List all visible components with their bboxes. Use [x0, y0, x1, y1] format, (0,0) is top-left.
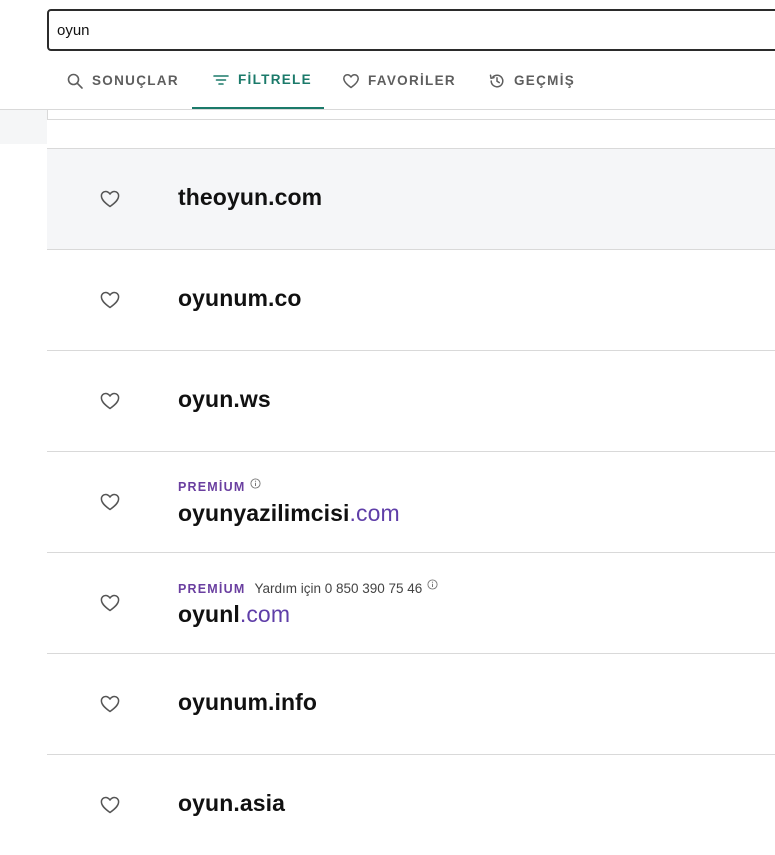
- panel-bottom-border: [47, 119, 775, 120]
- filter-icon: [212, 71, 230, 89]
- domain-name[interactable]: oyunyazilimcisi.com: [178, 500, 400, 527]
- result-row[interactable]: oyun.ws: [47, 350, 775, 451]
- info-icon[interactable]: [250, 477, 261, 489]
- tab-history[interactable]: GEÇMİŞ: [488, 52, 575, 109]
- heart-icon[interactable]: [99, 491, 121, 513]
- result-row-premium[interactable]: PREMİUM Yardım için 0 850 390 75 46 oyun…: [47, 552, 775, 653]
- tab-favorites[interactable]: FAVORİLER: [342, 52, 456, 109]
- info-icon[interactable]: [427, 579, 438, 590]
- premium-badge: PREMİUM: [178, 581, 246, 596]
- premium-line: PREMİUM Yardım için 0 850 390 75 46: [178, 579, 438, 596]
- tab-results[interactable]: SONUÇLAR: [66, 52, 179, 109]
- heart-icon[interactable]: [99, 289, 121, 311]
- help-phone-text: Yardım için 0 850 390 75 46: [254, 581, 423, 596]
- history-icon: [488, 72, 506, 90]
- domain-name[interactable]: oyunl.com: [178, 601, 290, 628]
- tabs-divider: [0, 109, 775, 110]
- domain-name[interactable]: oyunum.info: [178, 689, 317, 716]
- heart-icon[interactable]: [99, 794, 121, 816]
- tab-results-label: SONUÇLAR: [92, 73, 179, 88]
- premium-line: PREMİUM: [178, 477, 261, 494]
- result-row-premium[interactable]: PREMİUM oyunyazilimcisi.com: [47, 451, 775, 552]
- tab-favorites-label: FAVORİLER: [368, 73, 456, 88]
- tab-bar: SONUÇLAR FİLTRELE FAVORİLER GEÇMİŞ: [47, 52, 775, 109]
- heart-icon: [342, 72, 360, 90]
- heart-icon[interactable]: [99, 188, 121, 210]
- tab-history-label: GEÇMİŞ: [514, 73, 576, 88]
- domain-name[interactable]: oyunum.co: [178, 285, 302, 312]
- heart-icon[interactable]: [99, 592, 121, 614]
- heart-icon[interactable]: [99, 693, 121, 715]
- results-list: theoyun.com oyunum.co oyun.ws PREMİUM oy…: [47, 148, 775, 855]
- left-gray-strip: [0, 110, 47, 144]
- premium-badge: PREMİUM: [178, 480, 246, 494]
- domain-name[interactable]: theoyun.com: [178, 184, 322, 211]
- result-row[interactable]: oyun.asia: [47, 754, 775, 855]
- tab-filter[interactable]: FİLTRELE: [192, 52, 324, 109]
- result-row[interactable]: oyunum.co: [47, 249, 775, 350]
- result-row[interactable]: oyunum.info: [47, 653, 775, 754]
- result-row[interactable]: theoyun.com: [47, 148, 775, 249]
- domain-name[interactable]: oyun.asia: [178, 790, 285, 817]
- domain-name[interactable]: oyun.ws: [178, 386, 271, 413]
- tab-filter-label: FİLTRELE: [238, 72, 312, 87]
- search-input[interactable]: [57, 11, 757, 49]
- heart-icon[interactable]: [99, 390, 121, 412]
- search-box[interactable]: [47, 9, 775, 51]
- search-icon: [66, 72, 84, 90]
